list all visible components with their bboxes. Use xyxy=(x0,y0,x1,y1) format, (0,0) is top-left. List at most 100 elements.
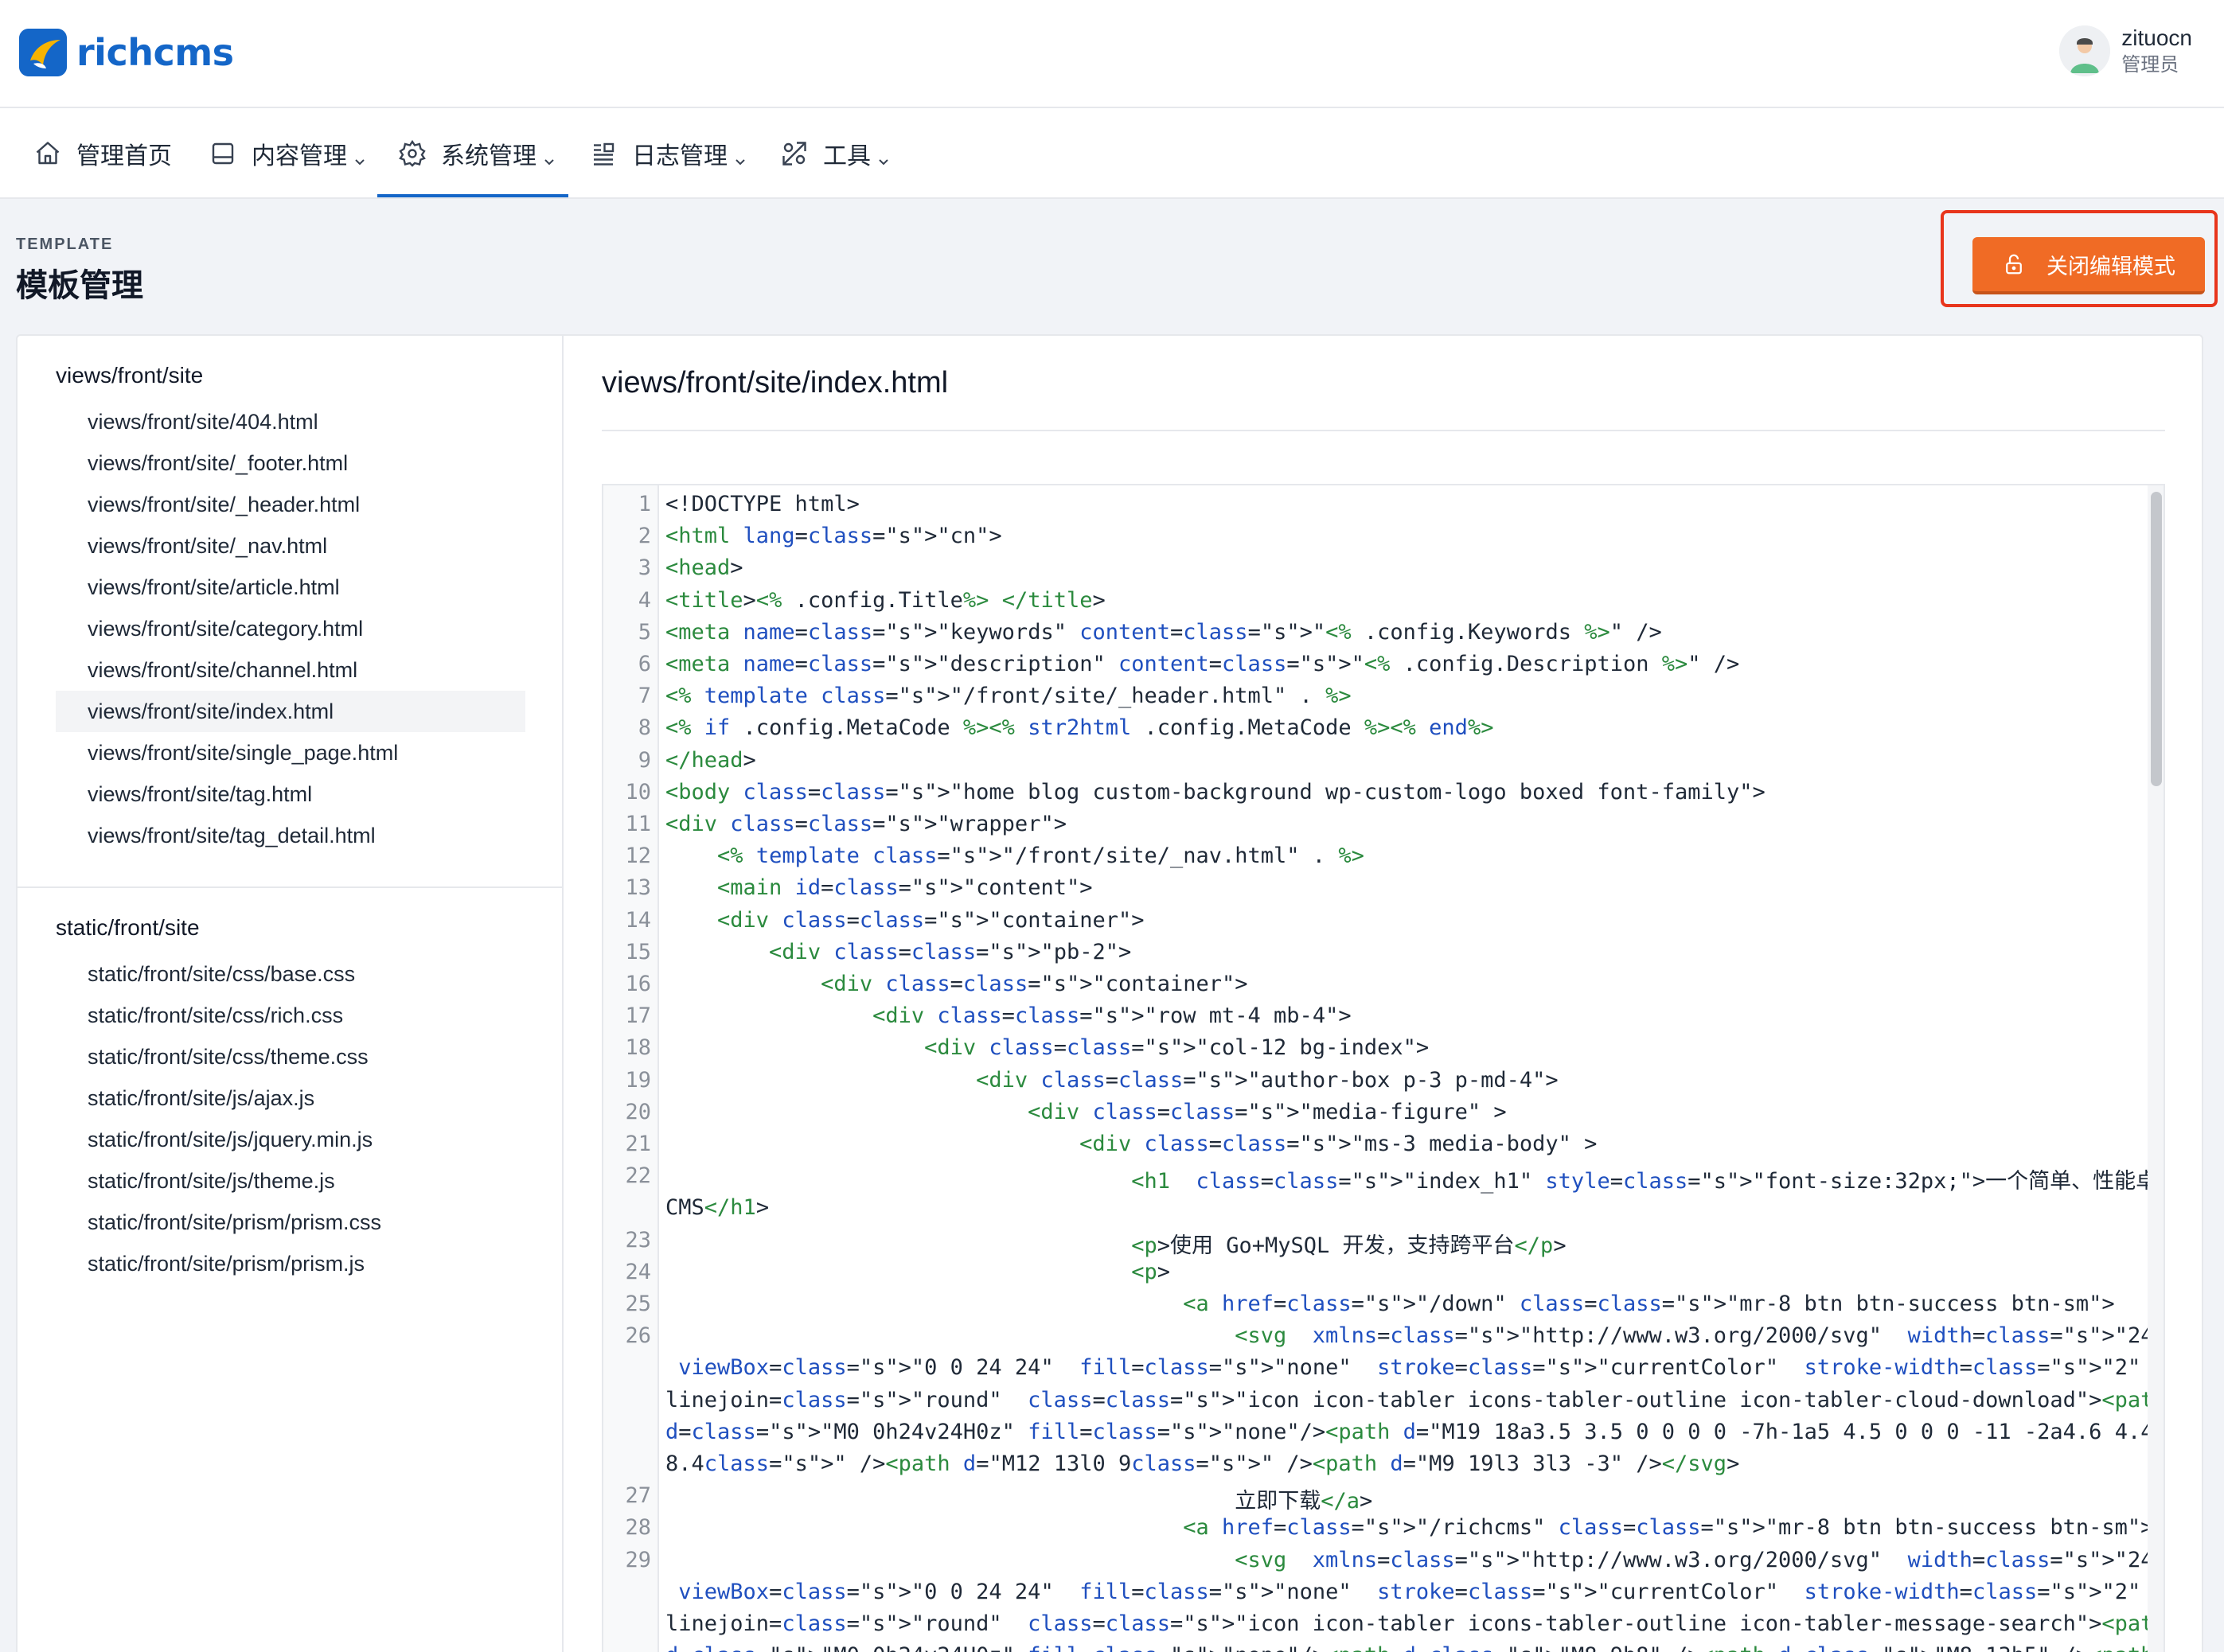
code-line[interactable]: <div class=class="s">"container"> xyxy=(665,908,1144,933)
toggle-edit-mode-label: 关闭编辑模式 xyxy=(2046,254,2175,279)
code-line[interactable]: linejoin=class="s">"round" class=class="… xyxy=(665,1388,2164,1412)
code-line[interactable]: <meta name=class="s">"keywords" content=… xyxy=(665,620,1662,645)
line-number: 12 xyxy=(625,844,651,869)
code-line[interactable]: </head> xyxy=(665,748,756,773)
divider xyxy=(18,886,562,888)
line-number: 1 xyxy=(638,492,651,516)
line-number: 15 xyxy=(625,939,651,964)
code-line[interactable]: viewBox=class="s">"0 0 24 24" fill=class… xyxy=(665,1580,2164,1604)
line-number: 24 xyxy=(625,1259,651,1284)
file-item[interactable]: static/front/site/css/theme.css xyxy=(56,1036,525,1077)
line-number: 11 xyxy=(625,812,651,836)
file-item[interactable]: static/front/site/js/ajax.js xyxy=(56,1077,525,1119)
code-line[interactable]: <div class=class="s">"pb-2"> xyxy=(665,940,1131,964)
line-number: 18 xyxy=(625,1035,651,1061)
file-item[interactable]: views/front/site/channel.html xyxy=(56,649,525,691)
nav-item-label: 管理首页 xyxy=(76,143,172,169)
line-number: 13 xyxy=(625,875,651,901)
divider xyxy=(602,430,2165,431)
code-line[interactable]: <% if .config.MetaCode %><% str2html .co… xyxy=(665,715,1493,740)
code-line[interactable]: <div class=class="s">"wrapper"> xyxy=(665,812,1067,836)
chevron-down-icon xyxy=(353,147,366,166)
code-line[interactable]: <div class=class="s">"author-box p-3 p-m… xyxy=(665,1068,1559,1093)
code-line[interactable]: <title><% .config.Title%> </title> xyxy=(665,588,1106,613)
code-line[interactable]: <p>使用 Go+MySQL 开发，支持跨平台</p> xyxy=(665,1228,1566,1259)
code-line[interactable]: linejoin=class="s">"round" class=class="… xyxy=(665,1611,2164,1636)
nav-item-label: 工具 xyxy=(823,143,871,169)
file-item[interactable]: views/front/site/_header.html xyxy=(56,484,525,525)
log-icon xyxy=(589,139,618,168)
main-nav: 管理首页 内容管理 系统管理 日志管理 工具 xyxy=(0,108,2224,199)
code-line[interactable]: <p> xyxy=(665,1260,1170,1284)
toggle-edit-mode-button[interactable]: 关闭编辑模式 xyxy=(1972,237,2205,294)
nav-item-content[interactable]: 内容管理 xyxy=(209,108,366,199)
code-line[interactable]: <meta name=class="s">"description" conte… xyxy=(665,652,1739,676)
nav-item-label: 内容管理 xyxy=(252,143,347,169)
line-number: 21 xyxy=(625,1132,651,1156)
nav-item-system[interactable]: 系统管理 xyxy=(398,108,556,199)
code-line[interactable]: <main id=class="s">"content"> xyxy=(665,875,1092,900)
line-number: 28 xyxy=(625,1515,651,1541)
logo[interactable]: richcms xyxy=(19,29,234,76)
top-header: richcms zituocn 管理员 xyxy=(0,0,2224,108)
code-editor[interactable]: 1 2 3 4 5 6 7 8 9 10 11 12 13 14 15 16 17 18 19 20 21 22 23 24 2… xyxy=(602,484,2165,1652)
code-line[interactable]: <svg xmlns=class="s">"http://www.w3.org/… xyxy=(665,1548,2164,1572)
line-number: 3 xyxy=(638,555,651,581)
code-line[interactable]: <html lang=class="s">"cn"> xyxy=(665,524,1002,548)
file-item[interactable]: views/front/site/404.html xyxy=(56,401,525,442)
code-line[interactable]: <div class=class="s">"col-12 bg-index"> xyxy=(665,1035,1429,1060)
file-item[interactable]: static/front/site/js/theme.js xyxy=(56,1160,525,1202)
code-line[interactable]: <body class=class="s">"home blog custom-… xyxy=(665,780,1766,805)
code-line[interactable]: 立即下载</a> xyxy=(665,1483,1372,1514)
file-item[interactable]: static/front/site/css/rich.css xyxy=(56,995,525,1036)
line-number: 22 xyxy=(625,1163,651,1189)
nav-item-tools[interactable]: 工具 xyxy=(780,108,890,199)
user-name: zituocn xyxy=(2121,25,2192,50)
file-item-active[interactable]: views/front/site/index.html xyxy=(56,691,525,732)
code-line[interactable]: <div class=class="s">"container"> xyxy=(665,972,1247,996)
file-item[interactable]: views/front/site/article.html xyxy=(56,567,525,608)
file-item[interactable]: views/front/site/single_page.html xyxy=(56,732,525,773)
home-icon xyxy=(33,139,62,168)
code-line[interactable]: 8.4class="s">" /><path d="M12 13l0 9clas… xyxy=(665,1451,1739,1476)
code-line[interactable]: viewBox=class="s">"0 0 24 24" fill=class… xyxy=(665,1355,2164,1380)
code-line[interactable]: <a href=class="s">"/down" class=class="s… xyxy=(665,1292,2114,1316)
nav-item-logs[interactable]: 日志管理 xyxy=(589,108,747,199)
chevron-down-icon xyxy=(734,147,747,166)
file-tree: views/front/site views/front/site/404.ht… xyxy=(18,336,564,1652)
code-line[interactable]: CMS</h1> xyxy=(665,1195,769,1220)
user-menu[interactable]: zituocn 管理员 xyxy=(2059,24,2192,78)
code-line[interactable]: <% template class="s">"/front/site/_nav.… xyxy=(665,844,1364,868)
file-item[interactable]: static/front/site/js/jquery.min.js xyxy=(56,1119,525,1160)
code-line[interactable]: <svg xmlns=class="s">"http://www.w3.org/… xyxy=(665,1323,2164,1348)
file-item[interactable]: views/front/site/tag_detail.html xyxy=(56,815,525,856)
code-line[interactable]: d=class="s">"M0 0h24v24H0z" fill=class="… xyxy=(665,1643,2164,1652)
code-line[interactable]: <a href=class="s">"/richcms" class=class… xyxy=(665,1515,2153,1540)
file-item[interactable]: static/front/site/css/base.css xyxy=(56,953,525,995)
file-item[interactable]: views/front/site/_nav.html xyxy=(56,525,525,567)
file-item[interactable]: views/front/site/tag.html xyxy=(56,773,525,815)
file-item[interactable]: views/front/site/category.html xyxy=(56,608,525,649)
file-item[interactable]: views/front/site/_footer.html xyxy=(56,442,525,484)
file-item[interactable]: static/front/site/prism/prism.css xyxy=(56,1202,525,1243)
code-line[interactable]: d=class="s">"M0 0h24v24H0z" fill=class="… xyxy=(665,1420,2164,1444)
file-item[interactable]: static/front/site/prism/prism.js xyxy=(56,1243,525,1284)
code-line[interactable]: <head> xyxy=(665,555,743,580)
line-number: 5 xyxy=(638,619,651,645)
nav-item-home[interactable]: 管理首页 xyxy=(33,108,172,199)
code-line[interactable]: <div class=class="s">"media-figure" > xyxy=(665,1100,1507,1124)
scrollbar-thumb[interactable] xyxy=(2151,492,2162,786)
code-line[interactable]: <div class=class="s">"row mt-4 mb-4"> xyxy=(665,1003,1352,1028)
avatar[interactable] xyxy=(2059,25,2111,76)
line-number: 2 xyxy=(638,524,651,549)
code-line[interactable]: <% template class="s">"/front/site/_head… xyxy=(665,684,1352,708)
line-number: 9 xyxy=(638,747,651,773)
code-line[interactable]: <div class=class="s">"ms-3 media-body" > xyxy=(665,1132,1597,1156)
code-line[interactable]: <!DOCTYPE html> xyxy=(665,492,860,516)
line-number: 25 xyxy=(625,1292,651,1316)
nav-item-label: 日志管理 xyxy=(632,143,728,169)
gear-icon xyxy=(398,139,427,168)
chevron-down-icon xyxy=(877,147,890,166)
code-line[interactable]: <h1 class=class="s">"index_h1" style=cla… xyxy=(665,1163,2164,1194)
logo-icon xyxy=(19,29,67,76)
